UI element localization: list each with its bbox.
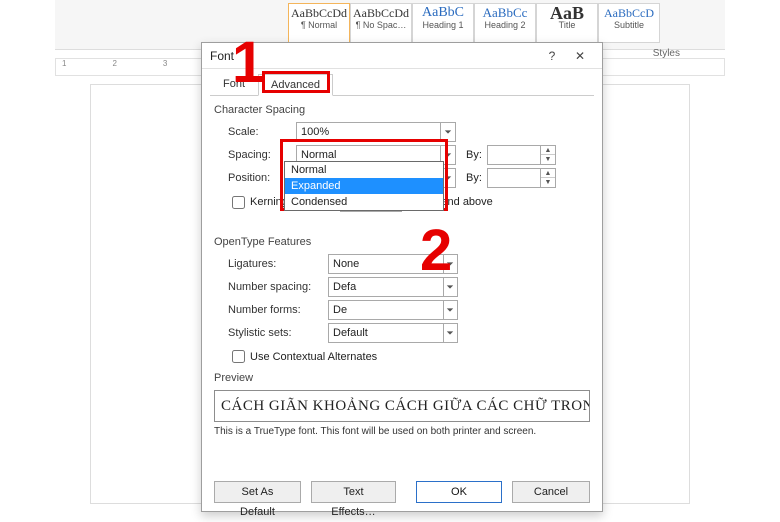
annotation-1: 1 xyxy=(232,34,264,92)
style-name: Title xyxy=(539,20,595,30)
chevron-down-icon[interactable] xyxy=(443,301,457,319)
preview-note: This is a TrueType font. This font will … xyxy=(214,426,590,437)
ok-button[interactable]: OK xyxy=(416,481,502,503)
position-by-input[interactable] xyxy=(488,169,540,187)
chevron-down-icon[interactable] xyxy=(440,123,455,141)
style-sample: AaBbCcD xyxy=(601,6,657,20)
tab-advanced[interactable]: Advanced xyxy=(258,74,333,96)
help-button[interactable]: ? xyxy=(538,49,566,63)
spin-down-icon[interactable]: ▼ xyxy=(541,155,555,164)
group-title: Character Spacing xyxy=(214,104,590,116)
contextual-alternates-checkbox[interactable] xyxy=(232,350,245,363)
ligatures-label: Ligatures: xyxy=(228,258,328,270)
spacing-by-spinner[interactable]: ▲▼ xyxy=(487,145,556,165)
stylistic-sets-combo[interactable] xyxy=(328,323,458,343)
style-sample: AaBbC xyxy=(415,6,471,20)
style-heading1[interactable]: AaBbC Heading 1 xyxy=(412,3,474,43)
dd-item-expanded[interactable]: Expanded xyxy=(285,178,443,194)
dd-item-condensed[interactable]: Condensed xyxy=(285,194,443,210)
group-title: Preview xyxy=(214,372,590,384)
style-name: ¶ No Spac… xyxy=(353,20,409,30)
style-name: Heading 2 xyxy=(477,20,533,30)
stylistic-sets-label: Stylistic sets: xyxy=(228,327,328,339)
font-dialog: Font ? ✕ Font Advanced Character Spacing… xyxy=(201,42,603,512)
dd-item-normal[interactable]: Normal xyxy=(285,162,443,178)
style-name: Subtitle xyxy=(601,20,657,30)
annotation-2: 2 xyxy=(420,222,452,280)
spacing-dropdown-list[interactable]: Normal Expanded Condensed xyxy=(284,161,444,211)
kerning-checkbox[interactable] xyxy=(232,196,245,209)
position-by-spinner[interactable]: ▲▼ xyxy=(487,168,556,188)
group-opentype: OpenType Features Ligatures: Number spac… xyxy=(214,236,590,366)
style-title[interactable]: AaB Title xyxy=(536,3,598,43)
style-sample: AaBbCcDd xyxy=(291,6,347,20)
spacing-by-input[interactable] xyxy=(488,146,540,164)
style-heading2[interactable]: AaBbCc Heading 2 xyxy=(474,3,536,43)
stylistic-sets-input[interactable] xyxy=(329,324,443,342)
scale-label: Scale: xyxy=(228,126,296,138)
group-preview: Preview CÁCH GIÃN KHOẢNG CÁCH GIỮA CÁC C… xyxy=(214,372,590,437)
scale-input[interactable] xyxy=(297,123,440,141)
number-spacing-label: Number spacing: xyxy=(228,281,328,293)
spin-up-icon[interactable]: ▲ xyxy=(541,169,555,178)
scale-combo[interactable] xyxy=(296,122,456,142)
spin-up-icon[interactable]: ▲ xyxy=(541,146,555,155)
number-forms-input[interactable] xyxy=(329,301,443,319)
style-sample: AaBbCc xyxy=(477,6,533,20)
spin-down-icon[interactable]: ▼ xyxy=(541,178,555,187)
style-nospacing[interactable]: AaBbCcDd ¶ No Spac… xyxy=(350,3,412,43)
text-effects-button[interactable]: Text Effects… xyxy=(311,481,396,503)
dialog-buttons: Set As Default Text Effects… OK Cancel xyxy=(202,481,602,503)
style-sample: AaB xyxy=(539,6,595,20)
preview-box: CÁCH GIÃN KHOẢNG CÁCH GIỮA CÁC CHỮ TRON xyxy=(214,390,590,422)
cancel-button[interactable]: Cancel xyxy=(512,481,590,503)
style-name: Heading 1 xyxy=(415,20,471,30)
by-label: By: xyxy=(466,172,482,184)
group-title: OpenType Features xyxy=(214,236,590,248)
styles-gallery[interactable]: AaBbCcDd ¶ Normal AaBbCcDd ¶ No Spac… Aa… xyxy=(288,3,660,43)
style-name: ¶ Normal xyxy=(291,20,347,30)
set-default-button[interactable]: Set As Default xyxy=(214,481,301,503)
close-button[interactable]: ✕ xyxy=(566,49,594,63)
style-subtitle[interactable]: AaBbCcD Subtitle xyxy=(598,3,660,43)
number-forms-label: Number forms: xyxy=(228,304,328,316)
spacing-label: Spacing: xyxy=(228,149,296,161)
by-label: By: xyxy=(466,149,482,161)
number-forms-combo[interactable] xyxy=(328,300,458,320)
contextual-alternates-label: Use Contextual Alternates xyxy=(250,351,377,363)
dialog-tabs: Font Advanced xyxy=(210,73,594,96)
style-normal[interactable]: AaBbCcDd ¶ Normal xyxy=(288,3,350,43)
style-sample: AaBbCcDd xyxy=(353,6,409,20)
chevron-down-icon[interactable] xyxy=(443,324,457,342)
